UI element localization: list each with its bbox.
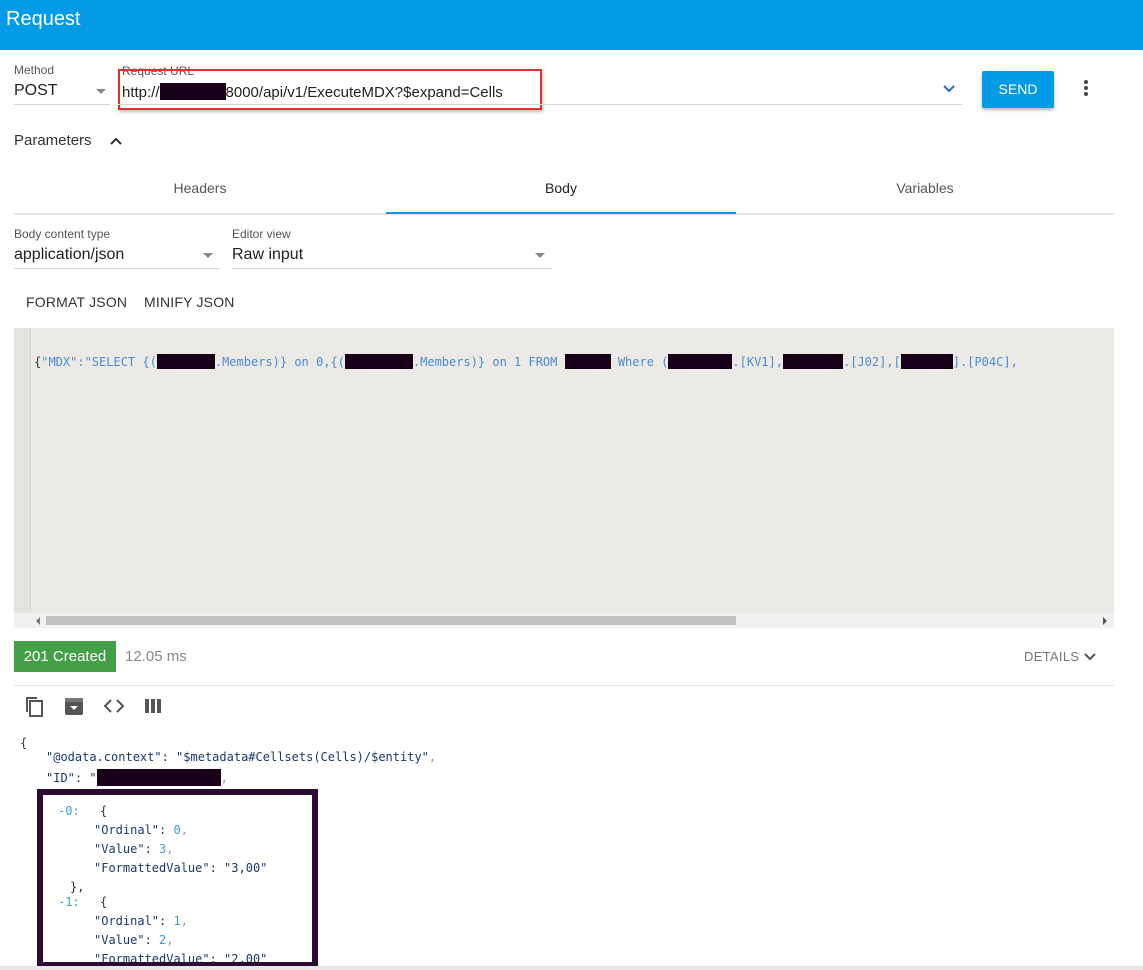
parameters-label: Parameters [14, 132, 92, 149]
json-index: -0: [58, 804, 80, 818]
chevron-down-icon[interactable] [1083, 652, 1097, 662]
json-obj-close: }, [70, 880, 85, 894]
body-editor[interactable]: {"MDX":"SELECT {(.Members)} on 0,{(.Memb… [14, 328, 1114, 628]
tab-body[interactable]: Body [386, 170, 736, 213]
minify-json-button[interactable]: MINIFY JSON [144, 294, 235, 310]
method-label: Method [14, 63, 55, 77]
redacted-text [344, 354, 413, 369]
editor-scrollbar[interactable] [14, 613, 1114, 628]
tab-indicator [386, 212, 736, 214]
app-bar: Request [0, 0, 1143, 50]
method-select[interactable]: POST [14, 82, 58, 100]
more-vert-icon[interactable] [1076, 78, 1096, 100]
editor-view-select[interactable]: Raw input [232, 246, 303, 264]
json-obj-open: { [100, 804, 108, 818]
tab-headers[interactable]: Headers [14, 170, 386, 213]
json-ordinal-line: "Ordinal": 0, [94, 823, 188, 837]
json-value-line: "Value": 2, [94, 933, 174, 947]
code-text: .[J02],[ [842, 355, 901, 369]
json-key: "@odata.context" [46, 750, 162, 764]
parameter-tabs: Headers Body Variables [14, 170, 1114, 215]
json-obj-open: { [100, 895, 108, 909]
code-text: :"SELECT {( [77, 355, 157, 369]
json-key: "FormattedValue" [94, 952, 210, 966]
url-underline [118, 104, 962, 105]
json-string: "3,00" [224, 861, 268, 875]
send-button[interactable]: SEND [982, 71, 1054, 108]
content-type-underline [14, 268, 220, 269]
json-ordinal-line: "Ordinal": 1, [94, 914, 188, 928]
redacted-id [96, 769, 221, 786]
json-number: 0 [173, 823, 181, 837]
response-divider [14, 685, 1114, 686]
chevron-down-icon[interactable] [203, 253, 213, 258]
json-index: -1: [58, 895, 80, 909]
content-type-select[interactable]: application/json [14, 246, 124, 264]
redacted-text [782, 354, 843, 369]
method-underline [14, 104, 110, 105]
json-string: "$metadata#Cellsets(Cells)/$entity" [176, 750, 429, 764]
editor-gutter [14, 328, 31, 613]
columns-icon[interactable] [142, 694, 166, 718]
json-formatted-line: "FormattedValue": "2,00" [94, 952, 268, 966]
json-key: "ID" [46, 771, 75, 785]
details-button[interactable]: DETAILS [1024, 649, 1079, 664]
redacted-text [668, 354, 733, 369]
json-item-index[interactable]: -0: [58, 804, 80, 818]
scrollbar-thumb[interactable] [46, 616, 736, 625]
json-formatted-line: "FormattedValue": "3,00" [94, 861, 268, 875]
code-text: .[KV1], [732, 355, 783, 369]
editor-code-line[interactable]: {"MDX":"SELECT {(.Members)} on 0,{(.Memb… [34, 354, 1018, 369]
redacted-text [156, 354, 215, 369]
copy-icon[interactable] [22, 694, 46, 718]
code-text: Where ( [610, 355, 669, 369]
json-key: "Value" [94, 842, 145, 856]
code-icon[interactable] [102, 694, 126, 718]
save-icon[interactable] [62, 694, 86, 718]
code-text: .Members)} on 0,{( [214, 355, 345, 369]
scroll-left-icon[interactable] [36, 617, 40, 625]
code-text: .Members)} on 1 FROM [412, 355, 565, 369]
content-type-label: Body content type [14, 227, 111, 241]
response-time: 12.05 ms [125, 648, 187, 665]
json-key: "Ordinal" [94, 823, 160, 837]
tab-variables[interactable]: Variables [736, 170, 1114, 213]
json-open-brace: { [20, 736, 28, 750]
chevron-down-icon[interactable] [535, 253, 545, 258]
json-item-index[interactable]: -1: [58, 895, 80, 909]
redacted-text [564, 354, 611, 369]
json-key: "Value" [94, 933, 145, 947]
cells-highlight-box: -0: { "Ordinal": 0, "Value": 3, "Formatt… [37, 789, 318, 968]
json-id-line: "ID": ", [46, 769, 228, 786]
chevron-up-icon[interactable] [109, 136, 123, 146]
parameters-toggle[interactable]: Parameters [14, 132, 92, 149]
json-value-line: "Value": 3, [94, 842, 174, 856]
bottom-divider [0, 966, 1143, 970]
editor-view-underline [232, 268, 552, 269]
app-title: Request [6, 8, 81, 30]
redacted-text [900, 354, 953, 369]
json-key: "Ordinal" [94, 914, 160, 928]
json-key: "FormattedValue" [94, 861, 210, 875]
json-number: 1 [173, 914, 181, 928]
scroll-right-icon[interactable] [1103, 617, 1107, 625]
json-context-line: "@odata.context": "$metadata#Cellsets(Ce… [46, 750, 437, 764]
editor-view-label: Editor view [232, 227, 291, 241]
chevron-down-icon[interactable] [942, 84, 956, 94]
code-key: "MDX" [41, 355, 78, 369]
chevron-down-icon[interactable] [96, 89, 106, 94]
code-text: ].[P04C], [952, 355, 1018, 369]
details-label: DETAILS [1024, 649, 1080, 664]
json-string: "2,00" [224, 952, 268, 966]
format-json-button[interactable]: FORMAT JSON [26, 294, 127, 310]
status-badge: 201 Created [14, 641, 116, 672]
